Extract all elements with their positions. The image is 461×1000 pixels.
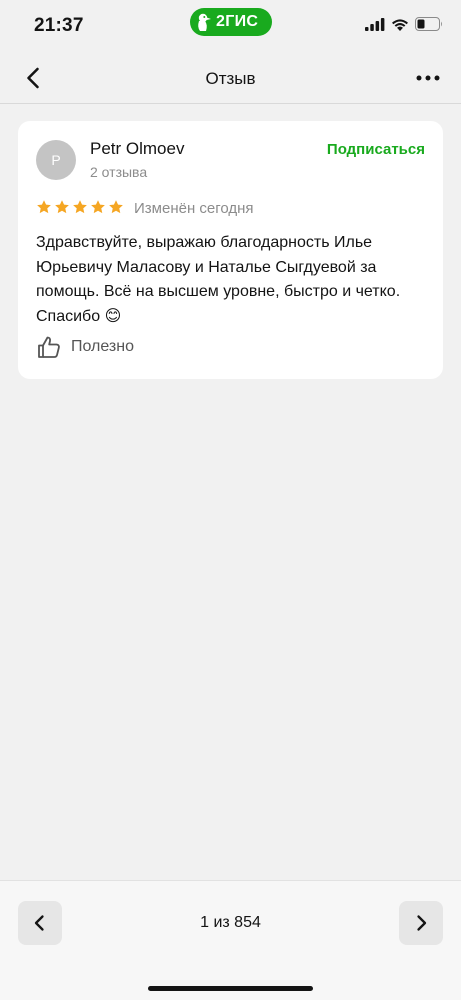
pager-position: 1 из 854 <box>200 914 261 931</box>
more-horizontal-icon <box>416 75 440 81</box>
useful-label: Полезно <box>71 338 134 355</box>
brand-logo-icon <box>198 13 211 31</box>
page-title: Отзыв <box>205 69 256 88</box>
status-time: 21:37 <box>34 15 84 36</box>
rating-stars <box>36 199 124 215</box>
thumbs-up-icon <box>38 336 60 358</box>
navigation-bar: Отзыв <box>0 52 461 104</box>
subscribe-button[interactable]: Подписаться <box>327 141 425 158</box>
next-review-button[interactable] <box>399 901 443 945</box>
star-icon <box>37 200 51 214</box>
review-edited-date: Изменён сегодня <box>134 200 254 217</box>
useful-button[interactable]: Полезно <box>36 334 134 360</box>
pager-bar: 1 из 854 <box>0 880 461 1000</box>
star-icon <box>55 200 69 214</box>
star-icon <box>109 200 123 214</box>
star-icon <box>91 200 105 214</box>
chevron-right-icon <box>417 915 427 931</box>
review-card: P Petr Olmoev 2 отзыва Подписаться Измен… <box>18 121 443 379</box>
author-reviews-count: 2 отзыва <box>90 164 148 180</box>
brand-name: 2ГИС <box>216 13 259 30</box>
brand-badge: 2ГИС <box>190 8 272 36</box>
wifi-icon <box>392 18 408 31</box>
star-icon <box>73 200 87 214</box>
status-icons <box>365 17 443 31</box>
avatar[interactable]: P <box>36 140 76 180</box>
more-button[interactable] <box>415 66 441 90</box>
home-indicator[interactable] <box>148 986 313 991</box>
signal-icon <box>365 17 385 31</box>
status-bar: 21:37 2ГИС <box>0 0 461 52</box>
review-author[interactable]: Petr Olmoev <box>90 139 184 159</box>
review-text: Здравствуйте, выражаю благодарность Илье… <box>36 234 401 325</box>
battery-icon <box>415 17 442 31</box>
